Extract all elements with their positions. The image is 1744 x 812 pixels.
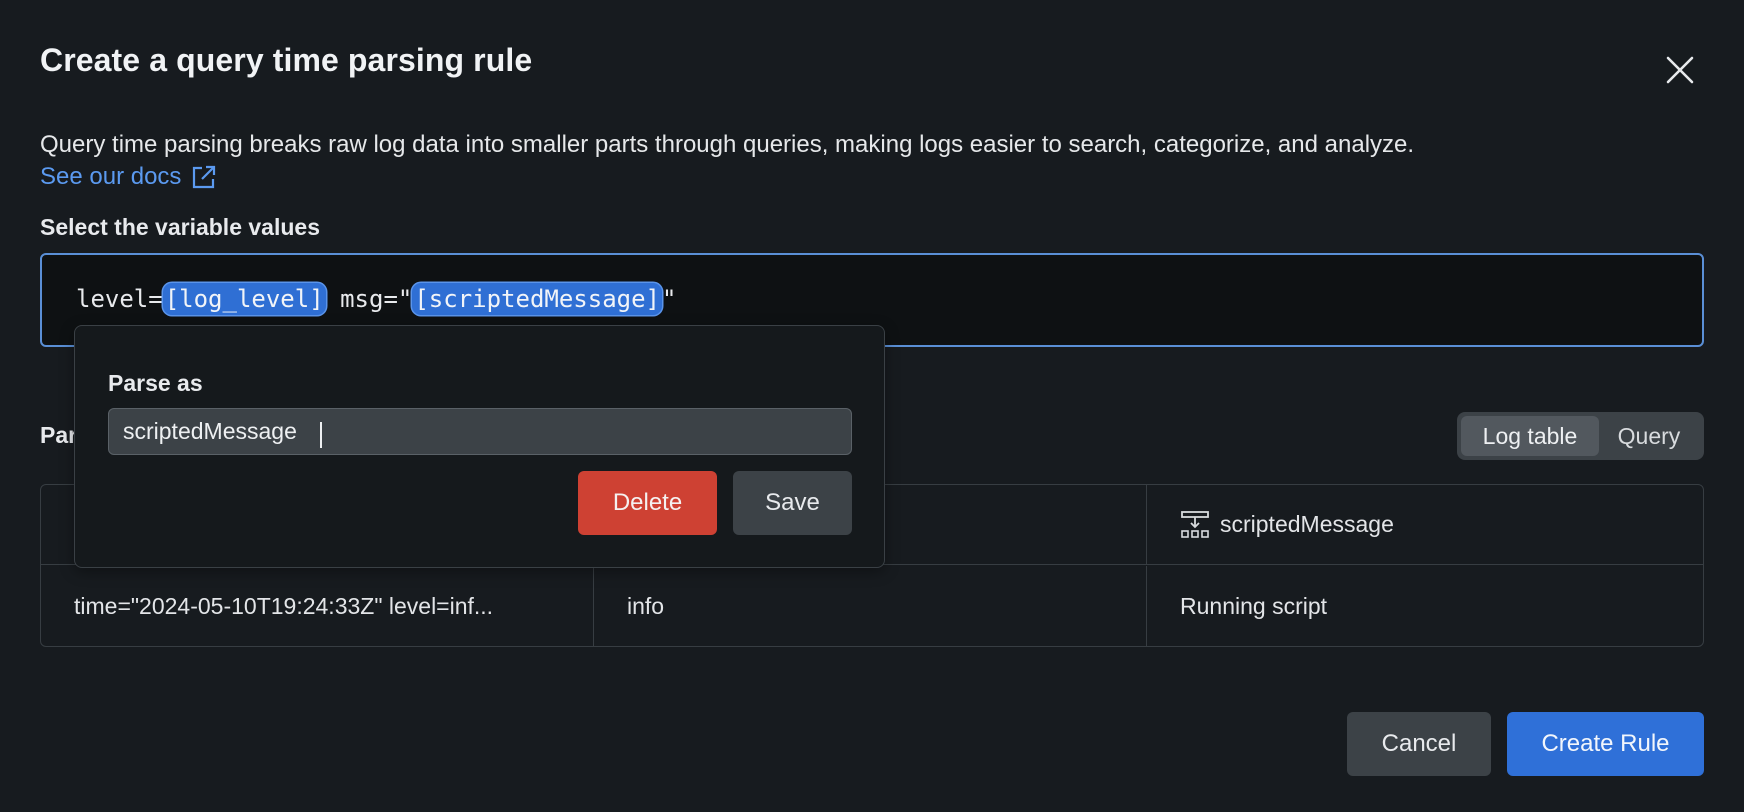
variable-values-label: Select the variable values — [40, 214, 320, 240]
tab-log-table[interactable]: Log table — [1461, 416, 1599, 456]
variable-token-scripted-message[interactable]: [scriptedMessage] — [412, 283, 662, 315]
dialog-title: Create a query time parsing rule — [40, 42, 533, 78]
table-cell-log-level: info — [594, 566, 1147, 646]
view-toggle: Log table Query — [1457, 412, 1704, 460]
close-button[interactable] — [1660, 50, 1700, 90]
parse-as-label: Parse as — [108, 370, 203, 396]
variable-token-log-level[interactable]: [log_level] — [162, 283, 326, 315]
external-link-icon — [193, 165, 216, 189]
pattern-literal: msg=" — [325, 285, 413, 313]
parsed-section-label: Par — [40, 422, 78, 448]
log-pattern-text: level= [log_level] msg=" [scriptedMessag… — [76, 283, 676, 315]
tab-query[interactable]: Query — [1599, 416, 1699, 456]
table-cell-raw-log: time="2024-05-10T19:24:33Z" level=inf... — [41, 566, 594, 646]
parsed-field-icon — [1180, 510, 1210, 540]
table-header-cell-scripted-message: scriptedMessage — [1147, 485, 1703, 564]
docs-link-label: See our docs — [40, 163, 182, 190]
create-rule-button[interactable]: Create Rule — [1507, 712, 1704, 776]
close-icon — [1666, 56, 1694, 84]
create-parsing-rule-dialog: Create a query time parsing rule Query t… — [0, 0, 1744, 812]
parse-as-popover: Parse as Delete Save — [74, 325, 885, 568]
table-row: time="2024-05-10T19:24:33Z" level=inf...… — [41, 566, 1703, 646]
column-name: scriptedMessage — [1220, 511, 1394, 537]
dialog-description: Query time parsing breaks raw log data i… — [40, 131, 1415, 158]
save-button[interactable]: Save — [733, 471, 852, 535]
pattern-literal: level= — [76, 285, 163, 313]
cancel-button[interactable]: Cancel — [1347, 712, 1491, 776]
table-cell-scripted-message: Running script — [1180, 592, 1328, 619]
see-docs-link[interactable]: See our docs — [40, 163, 217, 191]
pattern-literal: " — [662, 285, 677, 313]
parse-as-input[interactable] — [108, 408, 852, 455]
text-caret — [320, 422, 322, 448]
delete-button[interactable]: Delete — [578, 471, 717, 535]
